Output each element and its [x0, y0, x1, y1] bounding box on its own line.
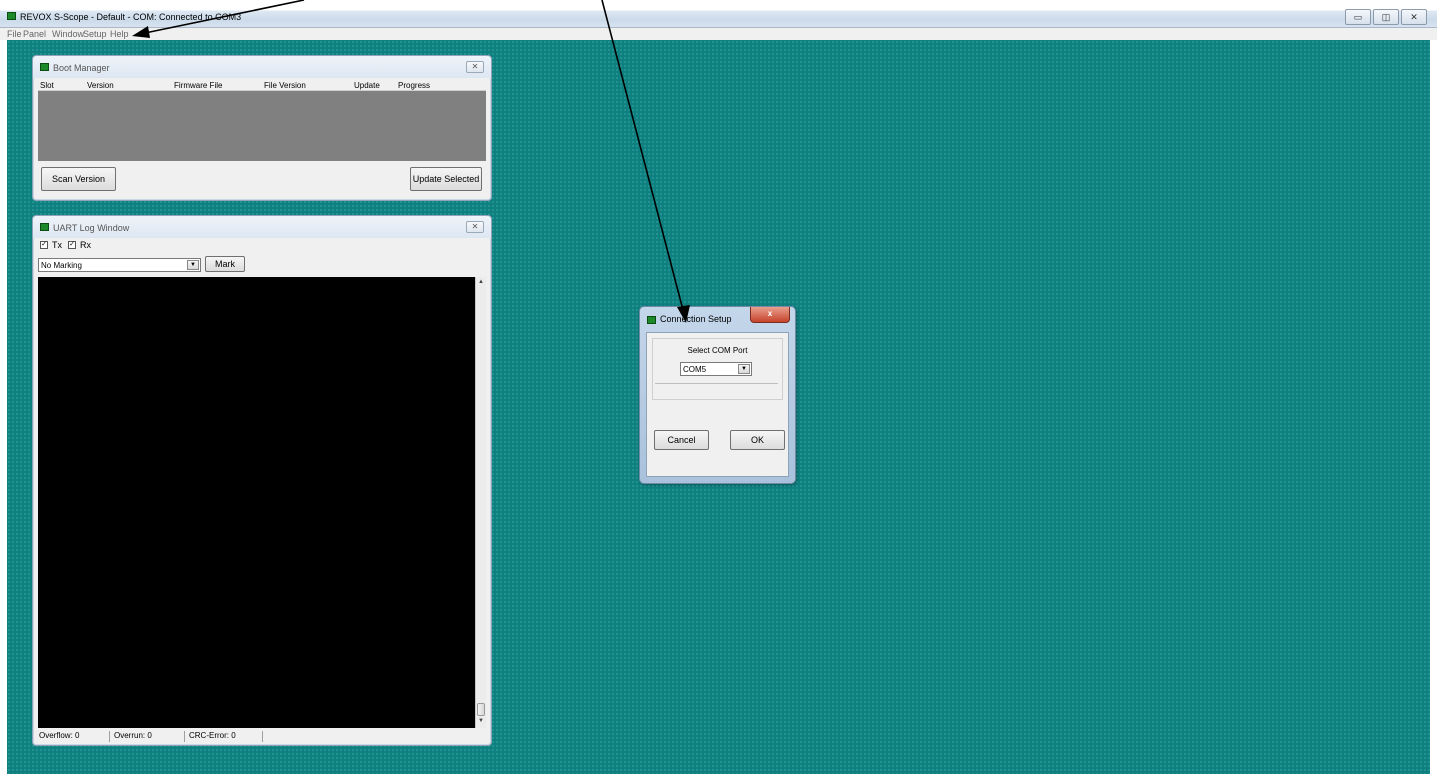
restore-icon[interactable]: ◫ [1373, 9, 1399, 25]
boot-manager-list[interactable] [38, 91, 486, 161]
window-icon [647, 316, 656, 324]
dialog-title: Connection Setup [660, 314, 732, 324]
close-icon[interactable]: x [750, 307, 790, 323]
chevron-down-icon[interactable]: ▼ [738, 364, 750, 374]
column-header-version[interactable]: Version [87, 81, 114, 90]
ok-button[interactable]: OK [730, 430, 785, 450]
menu-setup[interactable]: Setup [83, 28, 107, 40]
column-header-update[interactable]: Update [354, 81, 380, 90]
rx-checkbox[interactable]: ✓ [68, 241, 76, 249]
uart-log-title: UART Log Window [53, 223, 130, 233]
app-icon [7, 12, 16, 20]
menu-bar: File Panel Window Setup Help [0, 28, 1437, 40]
com-port-group: Select COM Port COM5 ▼ [652, 338, 783, 400]
column-header-slot[interactable]: Slot [40, 81, 54, 90]
group-divider [655, 383, 778, 384]
mark-button[interactable]: Mark [205, 256, 245, 272]
boot-manager-title: Boot Manager [53, 63, 110, 73]
scroll-thumb[interactable] [477, 703, 485, 716]
window-caption-buttons: ▭ ◫ ✕ [1345, 9, 1429, 25]
close-icon[interactable]: ✕ [1401, 9, 1427, 25]
overflow-count: Overflow: 0 [38, 731, 110, 742]
column-header-firmware-file[interactable]: Firmware File [174, 81, 222, 90]
dialog-body: Select COM Port COM5 ▼ Cancel OK [646, 332, 789, 477]
cancel-button[interactable]: Cancel [654, 430, 709, 450]
overrun-count: Overrun: 0 [113, 731, 185, 742]
uart-log-caption: UART Log Window ✕ [33, 216, 491, 238]
tx-label: Tx [52, 240, 62, 250]
scroll-down-icon[interactable]: ▼ [476, 716, 486, 727]
uart-status-bar: Overflow: 0 Overrun: 0 CRC-Error: 0 [38, 730, 486, 742]
marking-select-value: No Marking [41, 261, 82, 270]
update-selected-button[interactable]: Update Selected [410, 167, 482, 191]
menu-window[interactable]: Window [52, 28, 84, 40]
tx-checkbox[interactable]: ✓ [40, 241, 48, 249]
close-icon[interactable]: ✕ [466, 221, 484, 233]
boot-manager-column-header: Slot Version Firmware File File Version … [38, 80, 486, 91]
app-titlebar: REVOX S-Scope - Default - COM: Connected… [0, 0, 1437, 28]
com-port-select[interactable]: COM5 ▼ [680, 362, 752, 376]
window-icon [40, 63, 49, 71]
scan-version-button[interactable]: Scan Version [41, 167, 116, 191]
minimize-icon[interactable]: ▭ [1345, 9, 1371, 25]
menu-help[interactable]: Help [110, 28, 129, 40]
uart-log-output[interactable] [38, 277, 475, 728]
column-header-file-version[interactable]: File Version [264, 81, 306, 90]
menu-file[interactable]: File [7, 28, 22, 40]
rx-label: Rx [80, 240, 91, 250]
close-icon[interactable]: ✕ [466, 61, 484, 73]
chevron-down-icon[interactable]: ▼ [187, 260, 199, 270]
column-header-progress[interactable]: Progress [398, 81, 430, 90]
menu-panel[interactable]: Panel [23, 28, 46, 40]
boot-manager-caption: Boot Manager ✕ [33, 56, 491, 78]
crc-error-count: CRC-Error: 0 [188, 731, 263, 742]
scroll-up-icon[interactable]: ▲ [476, 277, 486, 288]
com-port-value: COM5 [683, 365, 707, 374]
log-scrollbar[interactable]: ▲ ▼ [475, 277, 486, 728]
app-title: REVOX S-Scope - Default - COM: Connected… [20, 12, 242, 22]
marking-select[interactable]: No Marking ▼ [38, 258, 201, 272]
connection-setup-dialog: Connection Setup x Select COM Port COM5 … [639, 306, 796, 484]
select-com-port-label: Select COM Port [687, 346, 748, 355]
window-icon [40, 223, 49, 231]
